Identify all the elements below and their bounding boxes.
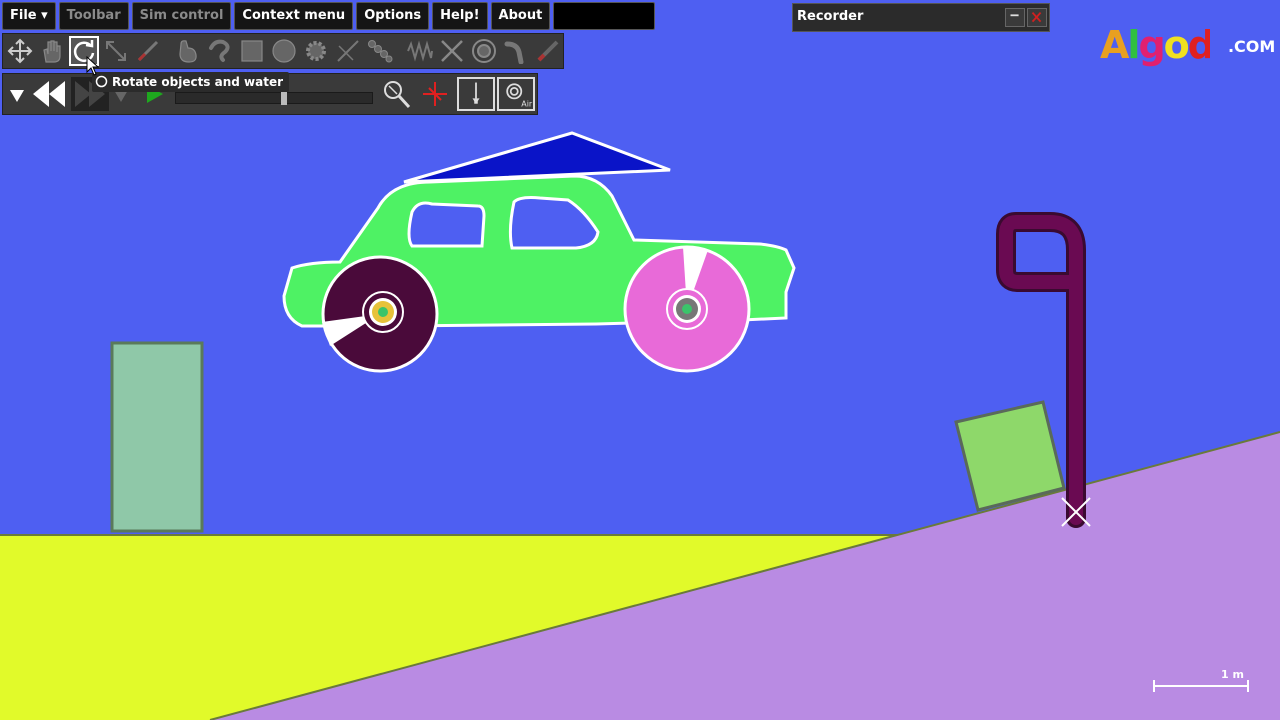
laser-pen-icon [537, 40, 559, 62]
chain-tool[interactable] [365, 36, 395, 66]
algodoo-logo: Algodoo .COM [1100, 20, 1275, 70]
sim-speed-slider[interactable] [175, 89, 373, 105]
thruster-tool[interactable] [501, 36, 531, 66]
rewind-icon [33, 81, 65, 107]
tooltip-text: Rotate objects and water [112, 75, 284, 89]
rotate-tooltip: Rotate objects and water [92, 72, 290, 92]
about-menu[interactable]: About [490, 2, 551, 30]
triangle-down-icon [10, 90, 24, 102]
help-menu[interactable]: Help! [432, 2, 488, 30]
teal-block[interactable] [110, 341, 204, 533]
svg-text:Algodoo: Algodoo [1100, 23, 1210, 67]
brush-stroke-icon [209, 39, 230, 62]
car-window-front[interactable] [407, 201, 486, 248]
close-icon [1031, 11, 1042, 23]
spring-icon [407, 40, 433, 62]
roof-triangle[interactable] [403, 131, 671, 184]
context-menu-button[interactable]: Context menu [234, 2, 354, 30]
scale-tool[interactable] [101, 36, 131, 66]
move-tool[interactable] [5, 36, 35, 66]
menu-blank-area [553, 2, 656, 30]
red-crosshair-icon [423, 82, 447, 106]
box-tool[interactable] [237, 36, 267, 66]
file-menu[interactable]: File ▾ [2, 2, 56, 30]
scale-arrow-icon [106, 41, 126, 61]
wheel-right[interactable] [623, 245, 751, 373]
gear-tool[interactable] [301, 36, 331, 66]
options-menu[interactable]: Options [356, 2, 430, 30]
move-arrows-icon [7, 38, 33, 64]
laser-tool[interactable] [533, 36, 563, 66]
chain-icon [368, 40, 393, 63]
close-button[interactable] [1027, 8, 1047, 27]
axle-icon [472, 39, 496, 63]
menu-bar: File ▾ Toolbar Sim control Context menu … [2, 2, 656, 30]
brush-tool[interactable] [205, 36, 235, 66]
mouse-cursor-icon [86, 56, 100, 76]
sketch-tool[interactable] [173, 36, 203, 66]
svg-text:Air: Air [521, 99, 533, 108]
plane-tool[interactable] [333, 36, 363, 66]
minimize-icon [1010, 14, 1019, 17]
polygon-blob-icon [179, 40, 197, 63]
gravity-icon [472, 82, 480, 104]
zoom-button[interactable] [379, 77, 413, 111]
grid-toggle-button[interactable] [417, 77, 453, 111]
circle-icon [272, 39, 296, 63]
scale-indicator: 1 m [1153, 668, 1249, 694]
algodoo-wordmark: Algodoo [1100, 23, 1264, 67]
drag-tool[interactable] [37, 36, 67, 66]
plane-line-icon [337, 40, 359, 62]
spring-tool[interactable] [405, 36, 435, 66]
rotate-small-icon [95, 75, 108, 88]
logo-com: .COM [1227, 37, 1276, 56]
knife-icon [137, 40, 159, 62]
thruster-icon [504, 41, 524, 64]
scale-label: 1 m [1221, 668, 1244, 681]
wheel-left[interactable] [321, 255, 439, 373]
rewind-button[interactable] [29, 77, 69, 111]
hand-icon [43, 40, 61, 63]
fixate-tool[interactable] [437, 36, 467, 66]
sim-control-menu[interactable]: Sim control [131, 2, 232, 30]
air-toggle-button[interactable]: Air [497, 77, 535, 111]
gear-icon [306, 41, 326, 61]
box-icon [241, 40, 263, 62]
minimize-button[interactable] [1005, 8, 1025, 27]
recorder-title: Recorder [797, 9, 864, 24]
axle-tool[interactable] [469, 36, 499, 66]
recorder-window[interactable]: Recorder [792, 3, 1050, 32]
circle-tool[interactable] [269, 36, 299, 66]
air-wind-icon: Air [506, 83, 533, 108]
magnifier-icon [384, 81, 411, 109]
knife-tool[interactable] [133, 36, 163, 66]
gravity-toggle-button[interactable] [457, 77, 495, 111]
fixate-x-icon [441, 40, 463, 62]
toolbar-menu[interactable]: Toolbar [58, 2, 129, 30]
sim-dropdown-button[interactable] [7, 77, 27, 111]
